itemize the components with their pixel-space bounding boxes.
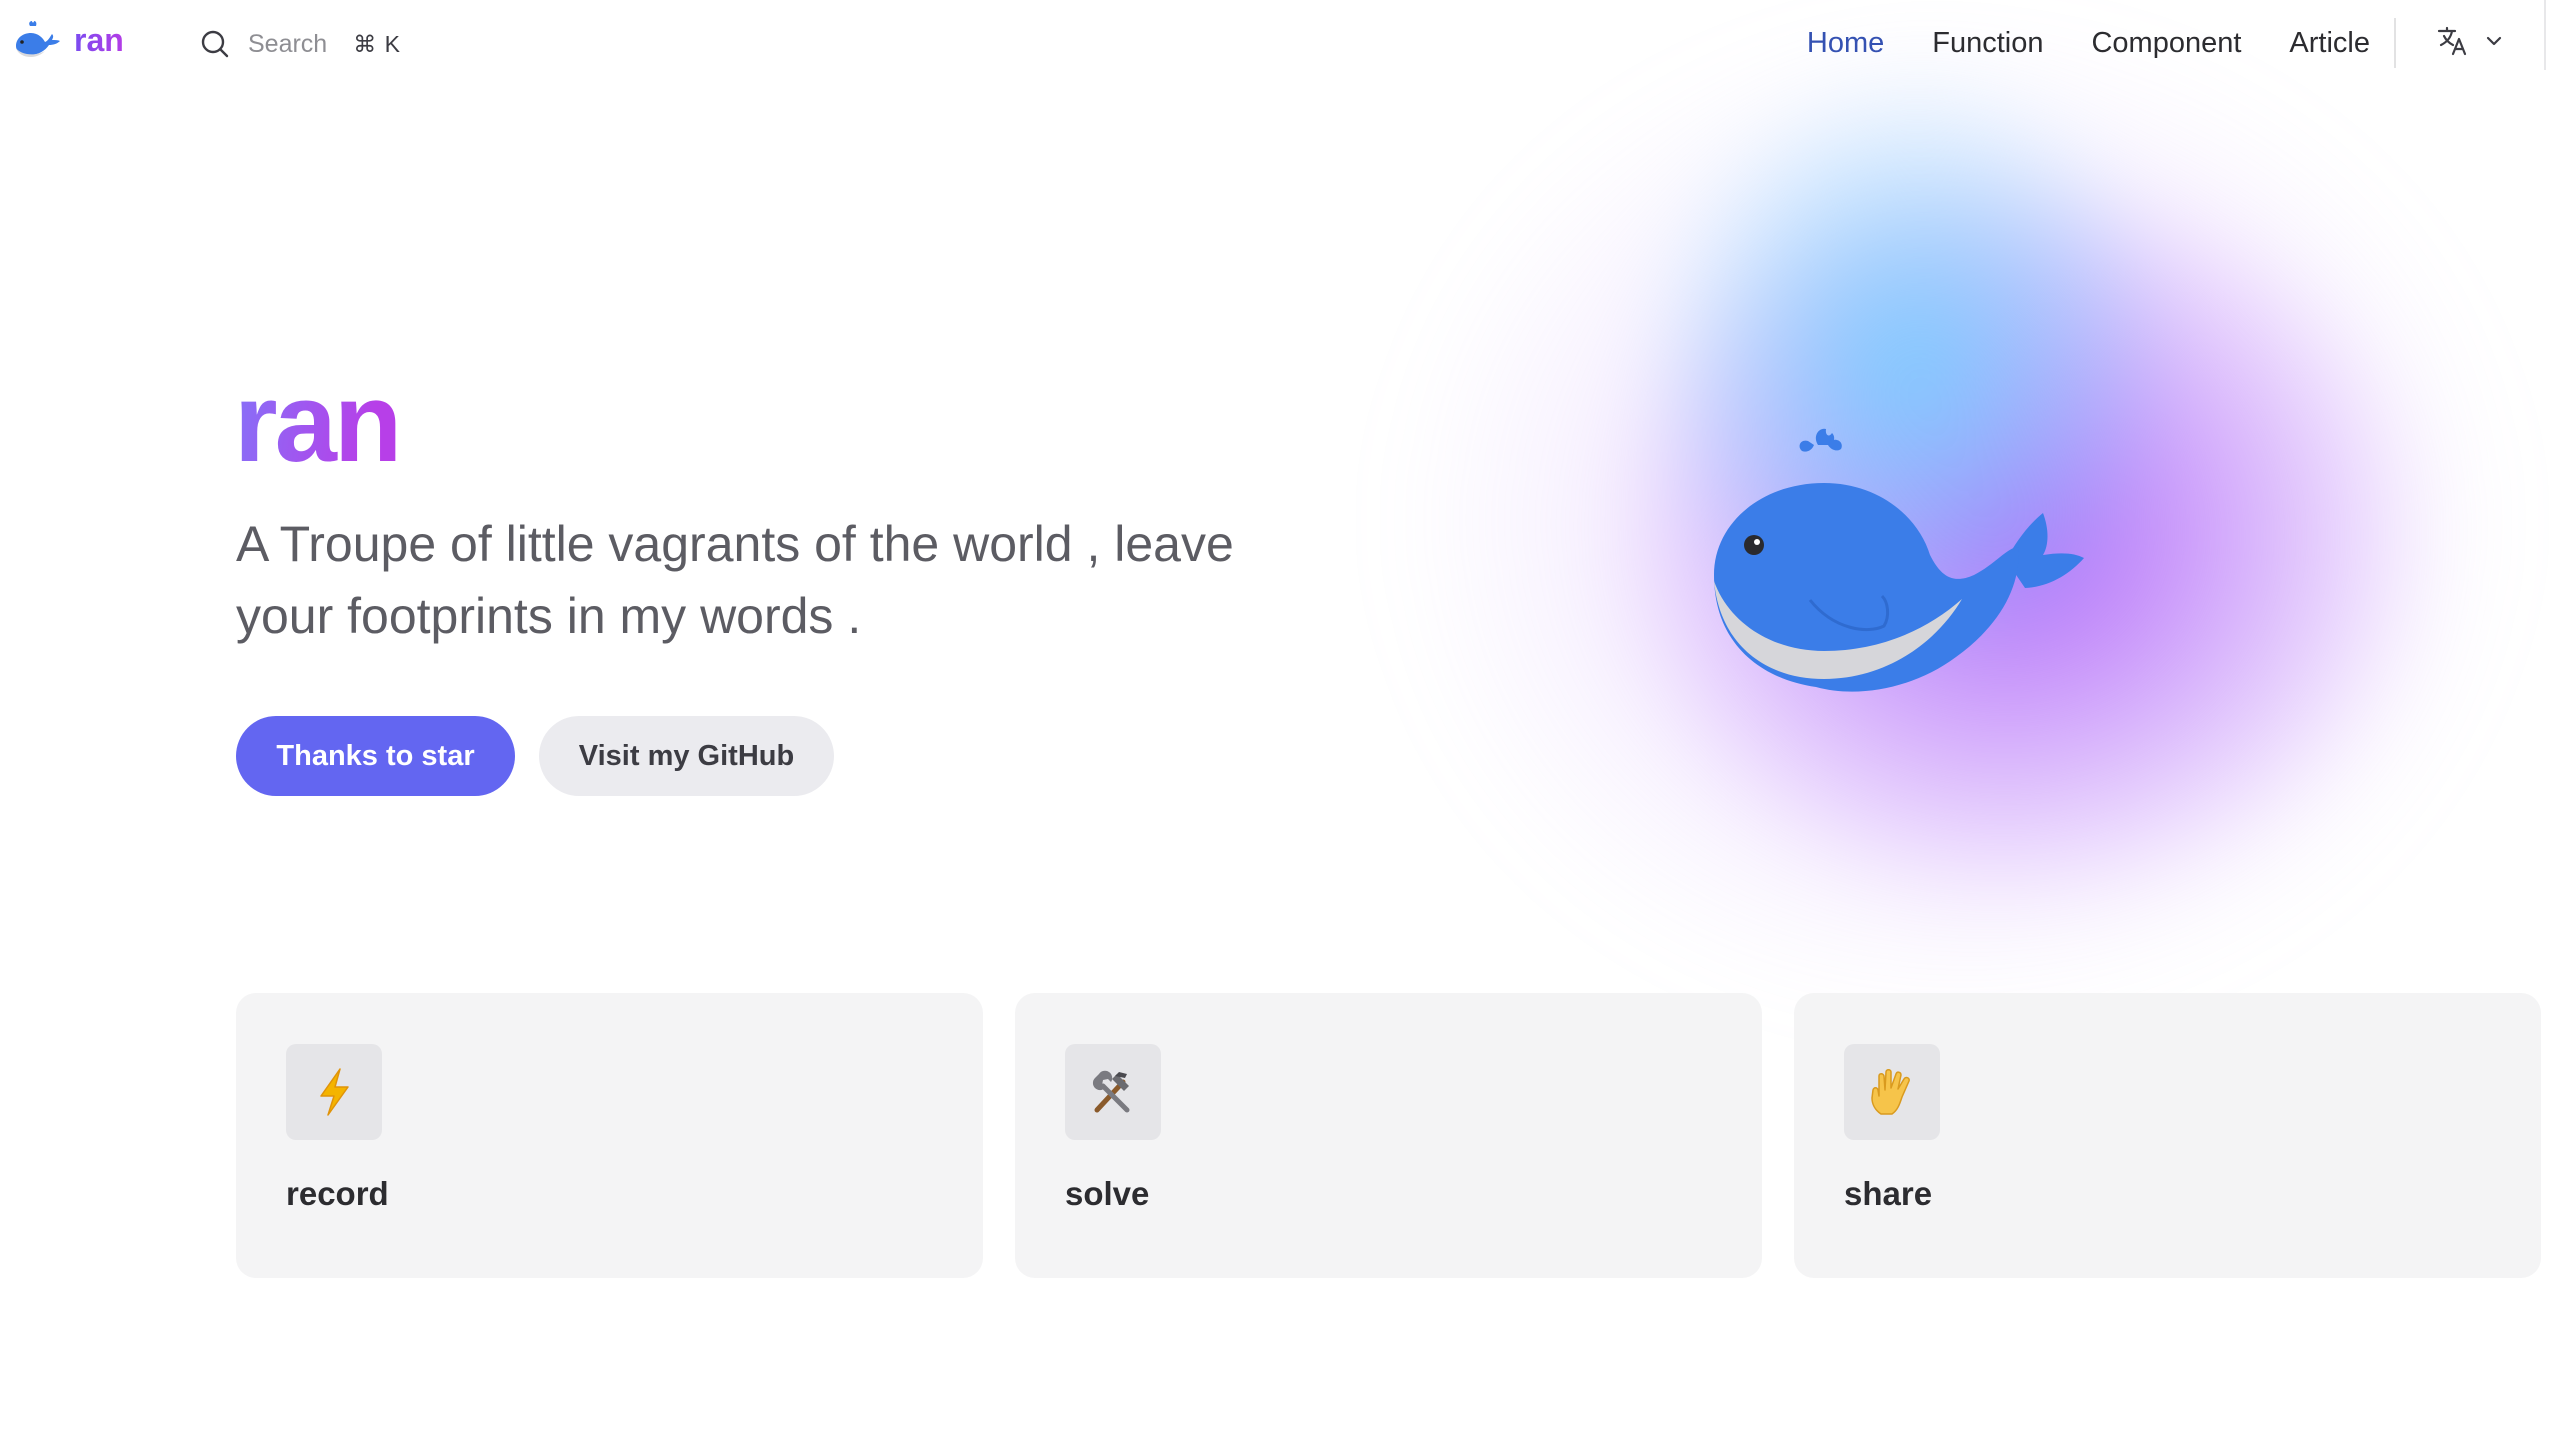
feature-icon-box [1065, 1044, 1161, 1140]
feature-title: share [1844, 1175, 1933, 1212]
nav-link-function[interactable]: Function [1932, 20, 2043, 66]
home-page: ran Search ⌘ K Home Function Component A… [0, 0, 2560, 1440]
top-nav: ran Search ⌘ K Home Function Component A… [0, 0, 2560, 86]
feature-icon-box [1844, 1044, 1940, 1140]
lightning-icon [320, 1068, 349, 1116]
whale-image [1714, 428, 2084, 692]
feature-title: record [286, 1175, 389, 1212]
feature-card-share: share [1794, 993, 2541, 1278]
nav-link-component[interactable]: Component [2091, 20, 2241, 66]
search-icon [201, 30, 229, 58]
vulcan-hand-icon [1871, 1069, 1910, 1115]
chevron-down-icon [2486, 36, 2502, 46]
visit-github-button[interactable]: Visit my GitHub [539, 716, 834, 796]
feature-card-solve: solve [1015, 993, 1762, 1278]
hammer-wrench-icon [1092, 1070, 1130, 1113]
nav-divider [2394, 18, 2396, 68]
language-switcher[interactable] [2436, 24, 2504, 58]
feature-card-record: record [236, 993, 983, 1278]
brand-title: ran [74, 21, 124, 58]
nav-links: Home Function Component Article [1807, 20, 2370, 66]
translate-icon [2437, 26, 2467, 56]
feature-icon-box [286, 1044, 382, 1140]
nav-link-home[interactable]: Home [1807, 20, 1884, 66]
search-label: Search [248, 29, 328, 58]
hero-tagline: A Troupe of little vagrants of the world… [236, 516, 1234, 644]
nav-link-article[interactable]: Article [2289, 20, 2370, 66]
nav-edge-divider [2544, 0, 2546, 70]
feature-title: solve [1065, 1175, 1150, 1212]
search-button[interactable]: Search ⌘ K [200, 24, 401, 64]
brand-home-link[interactable]: ran [10, 18, 124, 62]
search-shortcut: ⌘ K [353, 30, 401, 57]
feature-cards: record solve share [236, 993, 2541, 1278]
thanks-to-star-button[interactable]: Thanks to star [236, 716, 515, 796]
hero-name: ran [234, 358, 402, 488]
whale-logo-icon [16, 21, 60, 57]
